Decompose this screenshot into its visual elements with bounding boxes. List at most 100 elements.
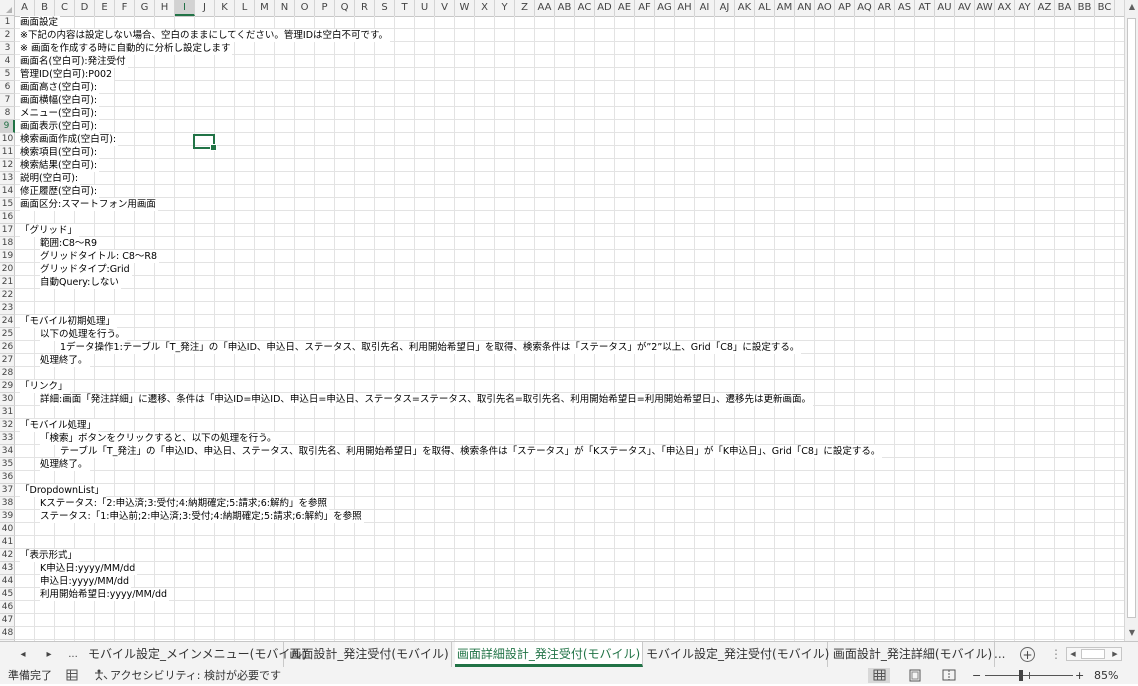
sheet-tab[interactable]: モバイル設定_メインメニュー(モバイル) xyxy=(88,642,307,667)
sheet-tab[interactable]: モバイル設定_発注受付(モバイル) xyxy=(646,642,829,667)
column-header[interactable]: AA xyxy=(535,0,555,16)
cell-text[interactable]: 画面設定 xyxy=(20,16,61,29)
cell-text[interactable]: グリッドタイトル: C8～R8 xyxy=(40,250,160,263)
cell-text[interactable]: K申込日:yyyy/MM/dd xyxy=(40,562,138,575)
column-header[interactable]: R xyxy=(355,0,375,16)
row-header[interactable]: 31 xyxy=(0,406,15,419)
row-header[interactable]: 41 xyxy=(0,536,15,549)
cell-text[interactable]: 申込日:yyyy/MM/dd xyxy=(40,575,132,588)
cell-text[interactable]: 検索結果(空白可): xyxy=(20,159,100,172)
row-header[interactable]: 37 xyxy=(0,484,15,497)
column-header[interactable]: A xyxy=(15,0,35,16)
column-header[interactable]: AI xyxy=(695,0,715,16)
select-all-corner[interactable] xyxy=(0,0,15,16)
row-header[interactable]: 32 xyxy=(0,419,15,432)
cell-text[interactable]: 「モバイル初期処理」 xyxy=(20,315,118,328)
row-header[interactable]: 43 xyxy=(0,562,15,575)
column-header[interactable]: AF xyxy=(635,0,655,16)
column-header[interactable]: J xyxy=(195,0,215,16)
row-header[interactable]: 19 xyxy=(0,250,15,263)
page-layout-view-button[interactable] xyxy=(904,668,926,683)
column-header[interactable]: AM xyxy=(775,0,795,16)
row-header[interactable]: 15 xyxy=(0,198,15,211)
cell-text[interactable]: テーブル「T_発注」の「申込ID、申込日、ステータス、取引先名、利用開始希望日」… xyxy=(60,445,883,458)
cell-text[interactable]: 画面横幅(空白可): xyxy=(20,94,100,107)
row-header[interactable]: 24 xyxy=(0,315,15,328)
scroll-right-icon[interactable]: ▶ xyxy=(1110,648,1120,660)
zoom-level[interactable]: 85% xyxy=(1094,667,1118,684)
column-header[interactable]: X xyxy=(475,0,495,16)
column-header[interactable]: AO xyxy=(815,0,835,16)
next-sheet-button[interactable]: ▸ xyxy=(40,646,58,664)
row-header[interactable]: 39 xyxy=(0,510,15,523)
worksheet[interactable]: A B C D E F G H I J K L M N O P Q R S T U V W X Y Z AA AB AC AD AE AF AG… xyxy=(0,0,1138,641)
cell-text[interactable]: 「グリッド」 xyxy=(20,224,80,237)
more-sheets-left-button[interactable]: ... xyxy=(64,646,82,664)
active-cell-cursor[interactable] xyxy=(193,134,217,151)
row-header[interactable]: 44 xyxy=(0,575,15,588)
column-header[interactable]: AK xyxy=(735,0,755,16)
accessibility-status[interactable]: アクセシビリティ: 検討が必要です xyxy=(110,667,281,684)
row-header[interactable]: 35 xyxy=(0,458,15,471)
horizontal-scroll-thumb[interactable] xyxy=(1081,649,1105,659)
row-header[interactable]: 21 xyxy=(0,276,15,289)
row-header[interactable]: 26 xyxy=(0,341,15,354)
row-header[interactable]: 6 xyxy=(0,81,15,94)
row-header[interactable]: 47 xyxy=(0,614,15,627)
column-header[interactable]: AR xyxy=(875,0,895,16)
row-header[interactable]: 13 xyxy=(0,172,15,185)
sheet-tab[interactable]: 画面設計_発注受付(モバイル) xyxy=(287,642,452,667)
row-header[interactable]: 11 xyxy=(0,146,15,159)
column-header[interactable]: F xyxy=(115,0,135,16)
column-header[interactable]: O xyxy=(295,0,315,16)
column-header[interactable]: D xyxy=(75,0,95,16)
normal-view-button[interactable] xyxy=(868,668,890,683)
row-header[interactable]: 2 xyxy=(0,29,15,42)
cell-text[interactable]: 画面表示(空白可): xyxy=(20,120,100,133)
cell-text[interactable]: 詳細:画面「発注詳細」に遷移、条件は「申込ID=申込ID、申込日=申込日、ステー… xyxy=(40,393,813,406)
column-header[interactable]: AE xyxy=(615,0,635,16)
cell-text[interactable]: ステータス:「1:申込前;2:申込済;3:受付;4:納期確定;5:請求;6:解約… xyxy=(40,510,364,523)
column-header[interactable]: T xyxy=(395,0,415,16)
row-header[interactable]: 3 xyxy=(0,42,15,55)
column-header[interactable]: AU xyxy=(935,0,955,16)
column-header[interactable]: AH xyxy=(675,0,695,16)
cell-text[interactable]: グリッドタイプ:Grid xyxy=(40,263,132,276)
cell-text[interactable]: ※下記の内容は設定しない場合、空白のままにしてください。管理IDは空白不可です。 xyxy=(20,29,391,42)
column-header[interactable]: AW xyxy=(975,0,995,16)
row-header[interactable]: 48 xyxy=(0,627,15,640)
column-header[interactable]: L xyxy=(235,0,255,16)
column-header[interactable]: U xyxy=(415,0,435,16)
cell-text[interactable]: 説明(空白可): xyxy=(20,172,81,185)
zoom-in-button[interactable]: + xyxy=(1075,667,1084,684)
row-header[interactable]: 18 xyxy=(0,237,15,250)
cell-text[interactable]: 画面高さ(空白可): xyxy=(20,81,100,94)
column-header[interactable]: AV xyxy=(955,0,975,16)
row-header[interactable]: 38 xyxy=(0,497,15,510)
column-header[interactable]: E xyxy=(95,0,115,16)
row-header[interactable]: 36 xyxy=(0,471,15,484)
horizontal-scrollbar[interactable]: ◀ ▶ xyxy=(1066,647,1122,661)
column-header[interactable]: M xyxy=(255,0,275,16)
column-header[interactable]: G xyxy=(135,0,155,16)
column-header[interactable]: W xyxy=(455,0,475,16)
row-header[interactable]: 20 xyxy=(0,263,15,276)
column-header[interactable]: AG xyxy=(655,0,675,16)
cell-text[interactable]: 検索項目(空白可): xyxy=(20,146,100,159)
cell-text[interactable]: 自動Query:しない xyxy=(40,276,121,289)
row-header[interactable]: 10 xyxy=(0,133,15,146)
column-header[interactable]: AD xyxy=(595,0,615,16)
column-header[interactable]: AX xyxy=(995,0,1015,16)
vertical-scroll-thumb[interactable] xyxy=(1127,18,1136,618)
row-header[interactable]: 46 xyxy=(0,601,15,614)
column-header[interactable]: AY xyxy=(1015,0,1035,16)
sheet-tab[interactable]: 画面詳細設計_発注受付(モバイル) xyxy=(455,642,643,667)
row-header[interactable]: 1 xyxy=(0,16,15,29)
row-header[interactable]: 27 xyxy=(0,354,15,367)
row-header[interactable]: 29 xyxy=(0,380,15,393)
zoom-slider-thumb[interactable] xyxy=(1019,670,1023,681)
cell-text[interactable]: 処理終了。 xyxy=(40,354,90,367)
row-header[interactable]: 8 xyxy=(0,107,15,120)
cell-text[interactable]: 1データ操作1:テーブル「T_発注」の「申込ID、申込日、ステータス、取引先名、… xyxy=(60,341,802,354)
column-header[interactable]: S xyxy=(375,0,395,16)
